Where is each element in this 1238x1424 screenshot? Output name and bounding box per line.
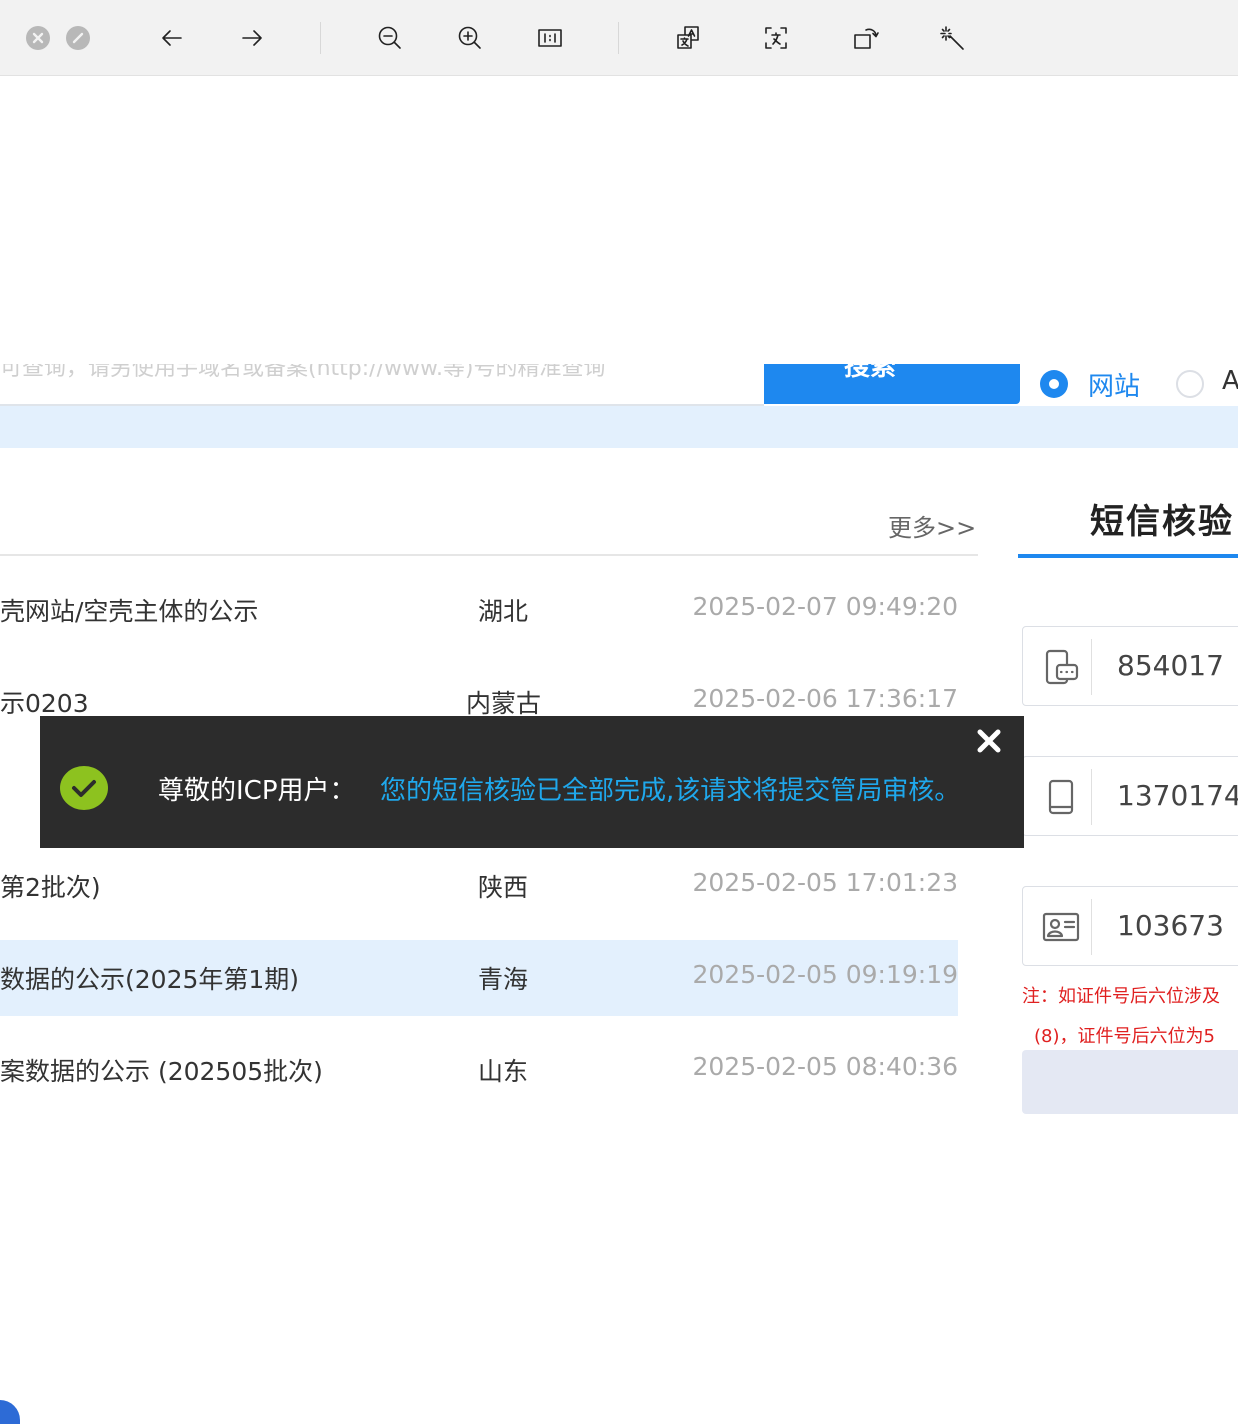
list-item-province: 陕西 bbox=[478, 873, 529, 902]
magic-wand-icon bbox=[940, 26, 964, 50]
field-divider bbox=[1091, 899, 1092, 955]
list-item-province: 湖北 bbox=[478, 597, 529, 626]
id-card-icon bbox=[1041, 907, 1081, 947]
list-item-time: 2025-02-05 08:40:36 bbox=[692, 1052, 958, 1081]
phone-value: 13701747 bbox=[1117, 779, 1238, 812]
rotate-icon bbox=[854, 28, 879, 49]
toast-message: 您的短信核验已全部完成,该请求将提交管局审核。 bbox=[380, 776, 961, 806]
list-item-province: 山东 bbox=[478, 1057, 529, 1086]
ocr-text-button[interactable] bbox=[758, 20, 794, 56]
actual-size-icon bbox=[538, 29, 562, 47]
list-item-time: 2025-02-05 17:01:23 bbox=[692, 868, 958, 897]
close-window-button[interactable] bbox=[26, 26, 50, 50]
text-scan-icon bbox=[765, 27, 787, 49]
zoom-in-button[interactable] bbox=[452, 20, 488, 56]
actual-size-button[interactable] bbox=[532, 20, 568, 56]
list-item-title: 数据的公示(2025年第1期) bbox=[0, 965, 300, 994]
app-radio[interactable] bbox=[1176, 370, 1204, 398]
list-item-province: 内蒙古 bbox=[466, 689, 542, 718]
list-item-title: 第2批次) bbox=[0, 873, 101, 902]
list-divider bbox=[0, 554, 978, 556]
search-band bbox=[0, 406, 1238, 448]
zoom-out-icon bbox=[378, 26, 401, 49]
list-item-time: 2025-02-07 09:49:20 bbox=[692, 592, 958, 621]
list-item[interactable]: 壳网站/空壳主体的公示 湖北 2025-02-07 09:49:20 bbox=[0, 572, 958, 648]
list-item-title: 壳网站/空壳主体的公示 bbox=[0, 597, 259, 626]
zoom-out-button[interactable] bbox=[372, 20, 408, 56]
website-radio-label[interactable]: 网站 bbox=[1088, 366, 1140, 403]
toolbar-divider bbox=[320, 22, 321, 54]
arrow-right-icon bbox=[242, 30, 262, 46]
forward-button[interactable] bbox=[234, 20, 270, 56]
desktop-corner bbox=[0, 1400, 20, 1424]
field-divider bbox=[1091, 769, 1092, 825]
field-divider bbox=[1091, 639, 1092, 695]
id-note-line-1: 注：如证件号后六位涉及 bbox=[1022, 986, 1220, 1007]
search-button-label: 搜索 bbox=[844, 364, 897, 382]
search-button[interactable]: 搜索 bbox=[764, 364, 1020, 404]
close-icon bbox=[977, 729, 1001, 753]
check-circle-icon bbox=[60, 766, 108, 810]
more-link[interactable]: 更多>> bbox=[888, 508, 976, 543]
close-icon bbox=[32, 32, 44, 44]
sms-code-value: 854017 bbox=[1117, 649, 1224, 682]
toolbar-divider bbox=[618, 22, 619, 54]
translate-button[interactable] bbox=[670, 20, 706, 56]
list-item[interactable]: 第2批次) 陕西 2025-02-05 17:01:23 bbox=[0, 848, 958, 924]
enhance-button[interactable] bbox=[934, 20, 970, 56]
tab-active-indicator bbox=[1018, 554, 1238, 558]
list-item-time: 2025-02-05 09:19:19 bbox=[692, 960, 958, 989]
translate-icon bbox=[677, 26, 699, 49]
toast-close-button[interactable] bbox=[974, 726, 1004, 756]
id-number-field[interactable]: 103673 bbox=[1022, 886, 1238, 966]
list-item-title: 案数据的公示 (202505批次) bbox=[0, 1057, 323, 1086]
list-item-time: 2025-02-06 17:36:17 bbox=[692, 684, 958, 713]
app-radio-label[interactable]: A bbox=[1222, 366, 1238, 396]
success-toast: 尊敬的ICP用户： 您的短信核验已全部完成,该请求将提交管局审核。 bbox=[40, 716, 1024, 848]
minimize-icon bbox=[72, 32, 84, 44]
submit-button[interactable] bbox=[1022, 1050, 1238, 1114]
list-item-title: 示0203 bbox=[0, 689, 89, 718]
minimize-window-button[interactable] bbox=[66, 26, 90, 50]
back-button[interactable] bbox=[154, 20, 190, 56]
tab-sms-verification[interactable]: 短信核验 bbox=[1090, 494, 1234, 543]
viewer-toolbar bbox=[0, 0, 1238, 76]
sms-code-field[interactable]: 854017 bbox=[1022, 626, 1238, 706]
sms-message-icon bbox=[1041, 647, 1081, 687]
website-radio[interactable] bbox=[1040, 370, 1068, 398]
toast-greeting: 尊敬的ICP用户： bbox=[158, 776, 356, 806]
list-item[interactable]: 案数据的公示 (202505批次) 山东 2025-02-05 08:40:36 bbox=[0, 1032, 958, 1108]
phone-field[interactable]: 13701747 bbox=[1022, 756, 1238, 836]
arrow-left-icon bbox=[162, 30, 182, 46]
mobile-phone-icon bbox=[1041, 777, 1081, 817]
list-item[interactable]: 数据的公示(2025年第1期) 青海 2025-02-05 09:19:19 bbox=[0, 940, 958, 1016]
id-note-line-2: (8)，证件号后六位为5 bbox=[1034, 1026, 1215, 1047]
search-input[interactable]: 可查询，请另使用手域名或备案(http://www.等)号的精准查询 bbox=[0, 364, 764, 406]
search-placeholder: 可查询，请另使用手域名或备案(http://www.等)号的精准查询 bbox=[0, 364, 606, 381]
list-item-province: 青海 bbox=[478, 965, 529, 994]
zoom-in-icon bbox=[458, 26, 481, 49]
rotate-button[interactable] bbox=[848, 20, 884, 56]
id-number-value: 103673 bbox=[1117, 909, 1224, 942]
